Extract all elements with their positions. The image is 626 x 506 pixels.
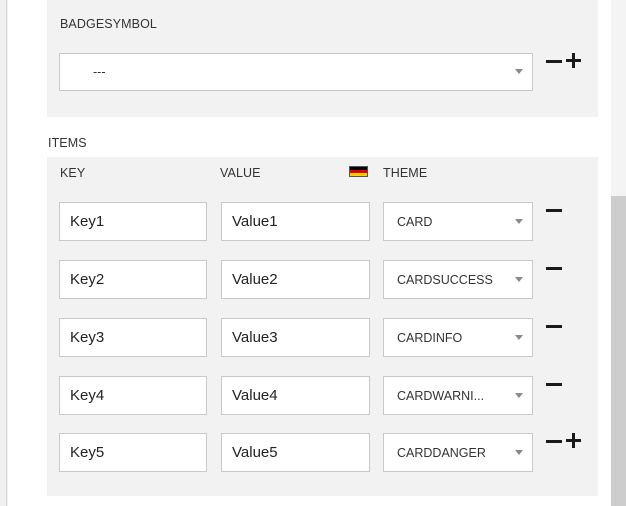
- chevron-down-icon: [515, 218, 523, 224]
- minus-icon: [546, 325, 562, 328]
- item-value-input[interactable]: [221, 433, 370, 472]
- item-value-input[interactable]: [221, 318, 370, 357]
- badge-symbol-label: BADGESYMBOL: [60, 17, 157, 31]
- chevron-down-icon: [515, 449, 523, 455]
- item-theme-value: CARD: [397, 214, 433, 229]
- item-theme-value: CARDWARNI...: [397, 388, 485, 403]
- item-remove-button[interactable]: [545, 262, 563, 276]
- theme-column-header: THEME: [383, 166, 428, 180]
- item-key-input[interactable]: [59, 376, 207, 415]
- item-theme-select[interactable]: CARDINFO: [383, 318, 533, 357]
- badge-symbol-value: ---: [93, 65, 106, 79]
- item-value-input[interactable]: [221, 376, 370, 415]
- item-value-input[interactable]: [221, 202, 370, 241]
- item-remove-button[interactable]: [545, 320, 563, 334]
- item-theme-select[interactable]: CARD: [383, 202, 533, 241]
- german-flag-icon[interactable]: [349, 166, 368, 177]
- item-theme-select[interactable]: CARDDANGER: [383, 433, 533, 472]
- item-theme-value: CARDSUCCESS: [397, 272, 493, 287]
- items-editor-page: BADGESYMBOL --- ITEMS KEY VALUE THEME CA…: [0, 0, 626, 506]
- item-key-input[interactable]: [59, 318, 207, 357]
- chevron-down-icon: [515, 69, 523, 74]
- scrollbar-thumb[interactable]: [611, 196, 626, 506]
- item-key-input[interactable]: [59, 260, 207, 299]
- minus-icon: [546, 383, 562, 386]
- badge-symbol-add-button[interactable]: [565, 52, 583, 70]
- minus-icon: [546, 267, 562, 270]
- minus-icon: [546, 440, 562, 443]
- minus-icon: [546, 60, 562, 63]
- item-remove-button[interactable]: [545, 378, 563, 392]
- left-divider: [6, 0, 7, 506]
- add-item-button[interactable]: [565, 432, 583, 450]
- badge-symbol-select[interactable]: ---: [59, 53, 533, 91]
- value-column-header: VALUE: [220, 166, 261, 180]
- chevron-down-icon: [515, 334, 523, 340]
- item-remove-button[interactable]: [545, 435, 563, 449]
- item-remove-button[interactable]: [545, 204, 563, 218]
- badge-symbol-remove-button[interactable]: [545, 55, 563, 69]
- item-value-input[interactable]: [221, 260, 370, 299]
- item-key-input[interactable]: [59, 202, 207, 241]
- item-key-input[interactable]: [59, 433, 207, 472]
- items-section-label: ITEMS: [48, 136, 87, 150]
- minus-icon: [546, 209, 562, 212]
- item-theme-value: CARDINFO: [397, 330, 463, 345]
- item-theme-select[interactable]: CARDWARNI...: [383, 376, 533, 415]
- item-theme-value: CARDDANGER: [397, 445, 486, 460]
- chevron-down-icon: [515, 392, 523, 398]
- key-column-header: KEY: [60, 166, 86, 180]
- chevron-down-icon: [515, 276, 523, 282]
- item-theme-select[interactable]: CARDSUCCESS: [383, 260, 533, 299]
